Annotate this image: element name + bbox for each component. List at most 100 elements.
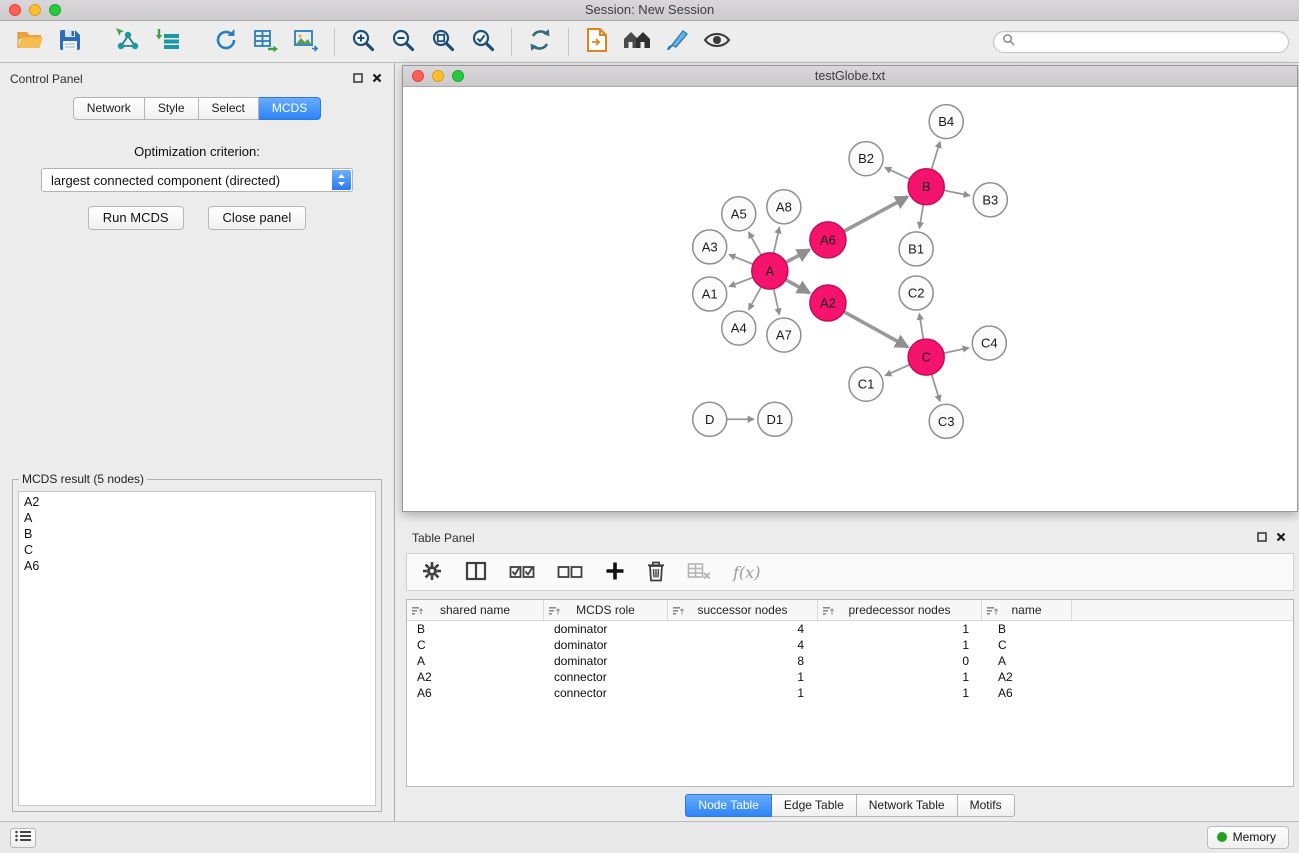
- mcds-result-item[interactable]: B: [24, 526, 370, 542]
- graph-node-A3[interactable]: A3: [693, 230, 727, 264]
- table-row[interactable]: A6connector11A6: [407, 685, 1293, 701]
- close-table-panel-icon[interactable]: [1276, 529, 1286, 547]
- graph-node-B3[interactable]: B3: [973, 183, 1007, 217]
- add-column-button[interactable]: [605, 561, 625, 584]
- apply-layout-button[interactable]: [520, 24, 560, 60]
- style-button[interactable]: [657, 24, 697, 60]
- graph-edge-B-B2[interactable]: [885, 168, 911, 180]
- graph-node-A1[interactable]: A1: [693, 277, 727, 311]
- zoom-out-button[interactable]: [383, 24, 423, 60]
- graph-node-C[interactable]: C: [908, 339, 944, 375]
- graph-edge-A6-B[interactable]: [843, 197, 908, 232]
- export-table-button[interactable]: [246, 24, 286, 60]
- select-columns-button[interactable]: [465, 561, 487, 584]
- close-network-window-button[interactable]: [412, 70, 424, 82]
- mcds-result-item[interactable]: A: [24, 510, 370, 526]
- graph-node-C4[interactable]: C4: [972, 326, 1006, 360]
- column-header-mcds-role[interactable]: MCDS role: [544, 600, 668, 620]
- graph-edge-C-C1[interactable]: [885, 364, 910, 375]
- tab-select[interactable]: Select: [199, 97, 259, 120]
- mcds-result-list[interactable]: A2 A B C A6: [18, 491, 376, 806]
- float-table-panel-icon[interactable]: [1257, 529, 1267, 547]
- tab-style[interactable]: Style: [145, 97, 199, 120]
- graph-edge-C-C4[interactable]: [943, 348, 969, 354]
- delete-column-button[interactable]: [647, 560, 665, 585]
- column-header-successor-nodes[interactable]: successor nodes: [668, 600, 818, 620]
- table-row[interactable]: Adominator80A: [407, 653, 1293, 669]
- graph-edge-A-A7[interactable]: [773, 288, 779, 315]
- minimize-network-window-button[interactable]: [432, 70, 444, 82]
- table-row[interactable]: Bdominator41B: [407, 621, 1293, 637]
- graph-node-C2[interactable]: C2: [899, 276, 933, 310]
- tab-node-table[interactable]: Node Table: [685, 794, 772, 817]
- graph-node-A8[interactable]: A8: [767, 190, 801, 224]
- graph-edge-A-A6[interactable]: [785, 250, 810, 263]
- graph-node-A7[interactable]: A7: [767, 318, 801, 352]
- zoom-selected-button[interactable]: [463, 24, 503, 60]
- graph-node-C3[interactable]: C3: [929, 404, 963, 438]
- tab-edge-table[interactable]: Edge Table: [772, 794, 857, 817]
- column-header-name[interactable]: name: [982, 600, 1072, 620]
- mcds-result-item[interactable]: A6: [24, 558, 370, 574]
- tab-motifs[interactable]: Motifs: [958, 794, 1015, 817]
- open-file-button[interactable]: [10, 24, 50, 60]
- select-all-rows-button[interactable]: [509, 561, 535, 584]
- import-network-button[interactable]: [108, 24, 148, 60]
- float-panel-icon[interactable]: [353, 70, 363, 88]
- graph-node-D[interactable]: D: [693, 402, 727, 436]
- tab-mcds[interactable]: MCDS: [259, 97, 321, 120]
- graph-node-A6[interactable]: A6: [810, 222, 846, 258]
- graph-edge-B-B3[interactable]: [943, 190, 970, 195]
- graph-edge-A-A3[interactable]: [729, 255, 754, 265]
- graph-node-A[interactable]: A: [752, 253, 788, 289]
- table-row[interactable]: A2connector11A2: [407, 669, 1293, 685]
- zoom-fit-button[interactable]: [423, 24, 463, 60]
- delete-table-button[interactable]: [687, 561, 711, 584]
- mcds-result-item[interactable]: C: [24, 542, 370, 558]
- column-header-shared-name[interactable]: shared name: [407, 600, 544, 620]
- graph-node-A2[interactable]: A2: [810, 285, 846, 321]
- zoom-in-button[interactable]: [343, 24, 383, 60]
- tab-network[interactable]: Network: [73, 97, 145, 120]
- close-panel-icon[interactable]: [372, 70, 382, 88]
- graph-node-D1[interactable]: D1: [758, 402, 792, 436]
- graph-node-A5[interactable]: A5: [722, 197, 756, 231]
- graph-edge-A2-C[interactable]: [843, 311, 908, 347]
- close-window-button[interactable]: [9, 4, 21, 16]
- zoom-network-window-button[interactable]: [452, 70, 464, 82]
- graph-edge-A-A4[interactable]: [749, 286, 762, 310]
- table-settings-button[interactable]: [421, 560, 443, 585]
- zoom-window-button[interactable]: [49, 4, 61, 16]
- tab-network-table[interactable]: Network Table: [857, 794, 958, 817]
- export-network-button[interactable]: [206, 24, 246, 60]
- network-canvas[interactable]: B4 B2 B B3 A8 A5 A6 B1 A3 A C2 A1 A2 A4 A7 C4 C C1 C3 D D1: [403, 87, 1297, 511]
- graph-edge-A-A5[interactable]: [749, 232, 762, 256]
- first-neighbors-button[interactable]: [577, 24, 617, 60]
- search-input[interactable]: [1020, 35, 1280, 49]
- column-header-predecessor-nodes[interactable]: predecessor nodes: [818, 600, 982, 620]
- memory-button[interactable]: Memory: [1207, 826, 1289, 849]
- graph-edge-B-B1[interactable]: [919, 204, 923, 229]
- graph-node-C1[interactable]: C1: [849, 367, 883, 401]
- graph-edge-A-A2[interactable]: [785, 279, 810, 293]
- graph-node-B4[interactable]: B4: [929, 105, 963, 139]
- minimize-window-button[interactable]: [29, 4, 41, 16]
- mcds-result-item[interactable]: A2: [24, 494, 370, 510]
- run-mcds-button[interactable]: Run MCDS: [88, 206, 184, 230]
- graph-edge-C-C3[interactable]: [931, 373, 940, 401]
- function-builder-button[interactable]: f(x): [733, 563, 760, 582]
- graph-edge-A-A8[interactable]: [773, 227, 779, 254]
- graph-edge-A-A1[interactable]: [729, 277, 754, 286]
- deselect-all-rows-button[interactable]: [557, 561, 583, 584]
- export-image-button[interactable]: [286, 24, 326, 60]
- show-graphics-button[interactable]: [697, 24, 737, 60]
- graph-node-B[interactable]: B: [908, 169, 944, 205]
- graph-node-B1[interactable]: B1: [899, 232, 933, 266]
- table-row[interactable]: Cdominator41C: [407, 637, 1293, 653]
- import-table-button[interactable]: [148, 24, 188, 60]
- graph-edge-B-B4[interactable]: [931, 142, 940, 171]
- graph-node-A4[interactable]: A4: [722, 311, 756, 345]
- graph-node-B2[interactable]: B2: [849, 142, 883, 176]
- criterion-select[interactable]: largest connected component (directed): [41, 168, 353, 192]
- close-panel-button[interactable]: Close panel: [208, 206, 307, 230]
